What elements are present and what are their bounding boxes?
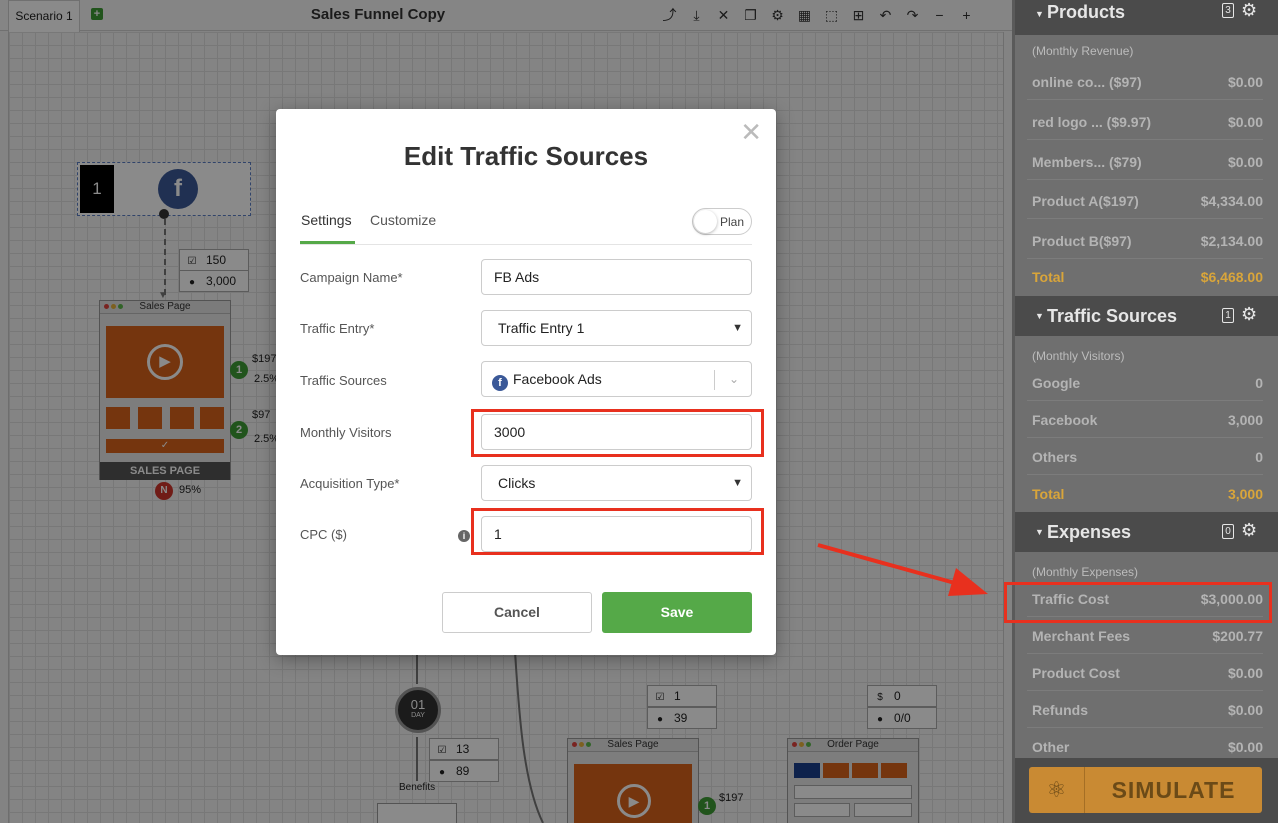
row-value: 3,000 <box>1227 412 1263 428</box>
traffic-entry-label: Traffic Entry* <box>300 321 375 336</box>
select-value: Clicks <box>498 475 536 491</box>
row-label: Other <box>1032 739 1070 755</box>
row-value: $0.00 <box>1227 665 1263 681</box>
traffic-row: Google 0 <box>1027 364 1263 401</box>
tab-customize[interactable]: Customize <box>370 212 436 228</box>
row-label: Product B($97) <box>1032 233 1132 249</box>
section-title: Products <box>1047 2 1126 22</box>
traffic-total-row: Total 3,000 <box>1027 475 1263 512</box>
row-label: Total <box>1032 486 1065 502</box>
product-row: Members... ($79) $0.00 <box>1027 143 1263 180</box>
acquisition-type-label: Acquisition Type* <box>300 476 400 491</box>
row-label: online co... ($97) <box>1032 74 1142 90</box>
collapse-caret-icon[interactable]: ▼ <box>1035 311 1044 321</box>
traffic-sources-header[interactable]: ▼ Traffic Sources 1 ⚙ <box>1015 296 1278 336</box>
facebook-icon: f <box>492 375 508 391</box>
row-label: Others <box>1032 449 1078 465</box>
product-row: red logo ... ($9.97) $0.00 <box>1027 103 1263 140</box>
row-label: red logo ... ($9.97) <box>1032 114 1152 130</box>
row-value: $0.00 <box>1227 114 1263 130</box>
row-label: Facebook <box>1032 412 1098 428</box>
row-value: $200.77 <box>1212 628 1263 644</box>
gear-icon[interactable]: ⚙ <box>1241 0 1257 21</box>
plan-label: Plan <box>720 215 745 229</box>
modal-title: Edit Traffic Sources <box>403 141 649 171</box>
traffic-sources-multiselect[interactable]: f Facebook Ads ⌄ <box>481 361 752 397</box>
highlight-traffic-cost <box>1004 582 1272 623</box>
product-row: Product B($97) $2,134.00 <box>1027 222 1263 259</box>
product-row: Product A($197) $4,334.00 <box>1027 182 1263 219</box>
row-value: $0.00 <box>1227 739 1263 755</box>
row-value: $4,334.00 <box>1200 193 1263 209</box>
section-count: 1 <box>1222 308 1234 323</box>
section-count: 0 <box>1222 524 1234 539</box>
expense-row: Other $0.00 <box>1027 728 1263 758</box>
simulate-label: SIMULATE <box>1111 777 1236 803</box>
product-row: online co... ($97) $0.00 <box>1027 63 1263 100</box>
expenses-header[interactable]: ▼ Expenses 0 ⚙ <box>1015 512 1278 552</box>
chevron-down-icon[interactable]: ⌄ <box>729 362 739 396</box>
stats-sidebar: ▼ Products 3 ⚙ (Monthly Revenue) online … <box>1012 0 1278 823</box>
modal-tabs: Settings Customize Plan <box>300 208 752 245</box>
cancel-button[interactable]: Cancel <box>442 592 592 633</box>
traffic-row: Facebook 3,000 <box>1027 401 1263 438</box>
row-value: $0.00 <box>1227 74 1263 90</box>
row-label: Total <box>1032 269 1065 285</box>
traffic-row: Others 0 <box>1027 438 1263 475</box>
edit-traffic-sources-modal: ✕ Edit Traffic Sources Settings Customiz… <box>276 109 776 655</box>
section-count: 3 <box>1222 3 1234 18</box>
info-icon[interactable]: i <box>458 530 470 542</box>
row-value: $2,134.00 <box>1200 233 1263 249</box>
section-title: Expenses <box>1047 522 1132 542</box>
toggle-knob <box>694 210 717 233</box>
tab-settings[interactable]: Settings <box>301 212 352 228</box>
section-subtitle: (Monthly Revenue) <box>1032 44 1134 58</box>
expense-row: Refunds $0.00 <box>1027 691 1263 728</box>
save-button[interactable]: Save <box>602 592 752 633</box>
row-value: 0 <box>1255 449 1263 465</box>
products-total-row: Total $6,468.00 <box>1027 258 1263 295</box>
gear-icon[interactable]: ⚙ <box>1241 520 1257 541</box>
select-value: Traffic Entry 1 <box>498 320 585 336</box>
monthly-visitors-label: Monthly Visitors <box>300 425 392 440</box>
select-divider <box>714 370 715 390</box>
chevron-down-icon: ▼ <box>732 477 743 489</box>
collapse-caret-icon[interactable]: ▼ <box>1035 527 1044 537</box>
row-label: Google <box>1032 375 1081 391</box>
row-value: 0 <box>1255 375 1263 391</box>
row-label: Product A($197) <box>1032 193 1139 209</box>
campaign-name-input[interactable]: FB Ads <box>481 259 752 295</box>
simulate-bar: ⚛ SIMULATE <box>1015 758 1278 823</box>
traffic-sources-label: Traffic Sources <box>300 373 387 388</box>
row-value: $0.00 <box>1227 702 1263 718</box>
acquisition-type-select[interactable]: Clicks ▼ <box>481 465 752 501</box>
gear-icon[interactable]: ⚙ <box>1241 304 1257 325</box>
highlight-monthly-visitors <box>471 409 764 457</box>
select-value: Facebook Ads <box>513 371 602 387</box>
row-label: Merchant Fees <box>1032 628 1131 644</box>
atom-icon: ⚛ <box>1029 767 1085 813</box>
cpc-label: CPC ($) <box>300 527 347 542</box>
row-label: Product Cost <box>1032 665 1120 681</box>
row-value: $0.00 <box>1227 154 1263 170</box>
expense-row: Product Cost $0.00 <box>1027 654 1263 691</box>
campaign-name-label: Campaign Name* <box>300 270 403 285</box>
collapse-caret-icon[interactable]: ▼ <box>1035 9 1044 19</box>
simulate-button[interactable]: ⚛ SIMULATE <box>1029 767 1262 813</box>
section-subtitle: (Monthly Visitors) <box>1032 349 1125 363</box>
row-value: 3,000 <box>1227 486 1263 502</box>
row-label: Members... ($79) <box>1032 154 1142 170</box>
plan-toggle[interactable]: Plan <box>692 208 752 235</box>
section-title: Traffic Sources <box>1047 306 1178 326</box>
highlight-cpc <box>471 508 764 555</box>
products-header[interactable]: ▼ Products 3 ⚙ <box>1015 0 1278 35</box>
row-value: $6,468.00 <box>1200 269 1263 285</box>
section-subtitle: (Monthly Expenses) <box>1032 565 1139 579</box>
row-label: Refunds <box>1032 702 1088 718</box>
chevron-down-icon: ▼ <box>732 322 743 334</box>
annotation-arrow <box>817 543 988 596</box>
active-tab-indicator <box>300 241 355 244</box>
traffic-entry-select[interactable]: Traffic Entry 1 ▼ <box>481 310 752 346</box>
